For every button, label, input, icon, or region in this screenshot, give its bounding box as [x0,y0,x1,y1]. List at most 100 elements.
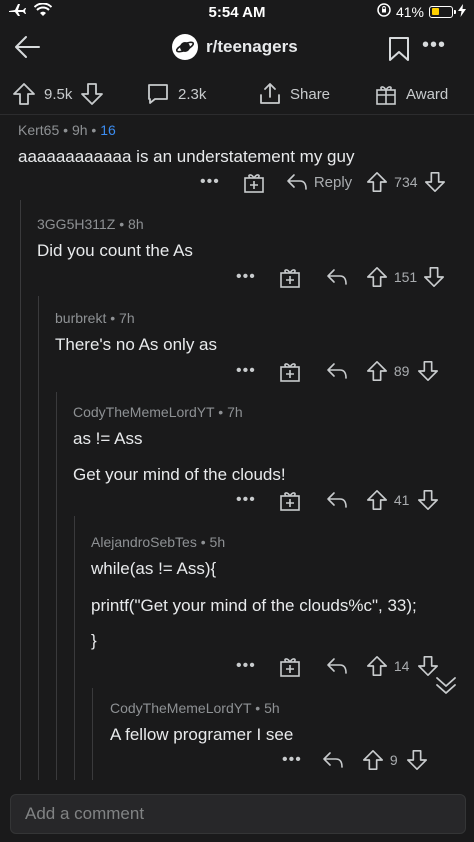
downvote-icon[interactable] [424,171,446,193]
comment-body-line: } [91,631,97,650]
more-icon[interactable]: ••• [236,657,256,675]
comment-author[interactable]: burbrekt [55,310,106,326]
comment-age: 8h [128,216,144,232]
upvote-icon[interactable] [366,489,388,511]
reply-label: Reply [313,173,353,191]
more-icon[interactable]: ••• [236,491,256,509]
collapse-thread-icon[interactable] [434,674,458,701]
downvote-icon[interactable] [423,266,445,288]
comment-actions: ••• 151 [236,265,445,289]
comment-body-line: Get your mind of the clouds! [73,465,286,484]
gift-icon [374,82,398,106]
comment-actions: ••• 89 [236,359,439,383]
comment-bubble-icon [146,82,170,106]
award-button[interactable]: Award [374,82,448,106]
comment-score: 41 [393,492,410,508]
comment-body: There's no As only as [55,335,217,354]
comment-age: 7h [119,310,135,326]
comment-author[interactable]: 3GG5H311Z [37,216,115,232]
gift-icon[interactable] [278,265,302,289]
more-icon[interactable]: ••• [236,268,256,286]
comment-actions: ••• 9 [282,749,428,771]
comment-meta: CodyTheMemeLordYT • 7h [73,404,243,420]
subreddit-header[interactable]: r/teenagers [172,34,298,60]
orientation-lock-icon [377,3,391,20]
thread-line[interactable] [56,392,57,780]
downvote-icon[interactable] [417,360,439,382]
reply-icon[interactable] [326,657,348,675]
award-label: Award [406,85,449,103]
gift-icon[interactable] [278,359,302,383]
gift-icon[interactable] [242,170,266,194]
post-vote-group: 9.5k [12,82,104,106]
comment-actions: ••• Reply 734 [200,170,446,194]
charging-icon [458,3,466,20]
comment-age: 5h [264,700,280,716]
comment-author[interactable]: Kert65 [18,122,59,138]
back-icon[interactable] [12,32,42,62]
reply-button[interactable]: Reply [286,173,352,191]
downvote-icon[interactable] [80,82,104,106]
bookmark-icon[interactable] [388,36,410,67]
downvote-icon[interactable] [406,749,428,771]
share-label: Share [290,85,331,103]
comment-body-line: printf("Get your mind of the clouds%c", … [91,596,417,615]
thread-line[interactable] [74,516,75,780]
share-button[interactable]: Share [258,82,330,106]
comment-meta: Kert65 • 9h • 16 [18,122,116,138]
nav-bar: r/teenagers ••• [0,24,474,74]
reply-icon[interactable] [326,491,348,509]
comment-age: 5h [209,534,226,550]
reply-icon[interactable] [326,362,348,380]
comment-author[interactable]: CodyTheMemeLordYT [110,700,251,716]
more-icon[interactable]: ••• [282,751,302,769]
award-count: 16 [100,122,116,138]
gift-icon[interactable] [278,654,302,678]
comment-score: 734 [394,174,418,190]
subreddit-icon [172,34,198,60]
more-icon[interactable]: ••• [200,173,220,191]
post-score: 9.5k [44,85,73,103]
downvote-icon[interactable] [417,489,439,511]
battery-percent: 41% [395,3,424,20]
upvote-icon[interactable] [12,82,36,106]
gift-icon[interactable] [278,488,302,512]
comment-meta: AlejandroSebTes • 5h [91,534,226,550]
comment-meta: 3GG5H311Z • 8h [37,216,144,232]
divider [0,114,474,115]
share-icon [258,82,282,106]
comment-body: A fellow programer I see [110,725,294,744]
post-action-bar: 9.5k 2.3k Share Award [0,78,474,114]
upvote-icon[interactable] [366,655,388,677]
more-icon[interactable]: ••• [236,362,256,380]
reply-icon[interactable] [322,751,344,769]
comment-age: 9h [71,122,88,138]
battery-icon [429,5,456,18]
comment-score: 14 [393,658,410,674]
thread-line[interactable] [92,688,93,780]
comment-body-line: while(as != Ass){ [91,559,217,578]
comment-score: 9 [389,752,398,768]
more-options-icon[interactable]: ••• [422,34,446,57]
upvote-icon[interactable] [366,266,388,288]
thread-line[interactable] [38,296,39,780]
reply-icon [287,174,307,190]
upvote-icon[interactable] [362,749,384,771]
comment-count: 2.3k [178,85,207,103]
comment-author[interactable]: AlejandroSebTes [91,534,197,550]
reply-icon[interactable] [326,268,348,286]
thread-line[interactable] [20,200,21,780]
comment-body: Did you count the As [37,241,193,260]
comment-body: aaaaaaaaaaaa is an understatement my guy [18,147,355,166]
comment-body-line: as != Ass [73,429,143,448]
status-right: 41% [377,3,466,20]
upvote-icon[interactable] [366,360,388,382]
upvote-icon[interactable] [366,171,388,193]
comment-author[interactable]: CodyTheMemeLordYT [73,404,214,420]
comment-meta: CodyTheMemeLordYT • 5h [110,700,280,716]
comment-actions: ••• 41 [236,488,439,512]
status-bar: 5:54 AM 41% [0,0,474,24]
post-comments-button[interactable]: 2.3k [146,82,206,106]
add-comment-input[interactable]: Add a comment [10,794,466,834]
comment-score: 151 [393,269,418,285]
